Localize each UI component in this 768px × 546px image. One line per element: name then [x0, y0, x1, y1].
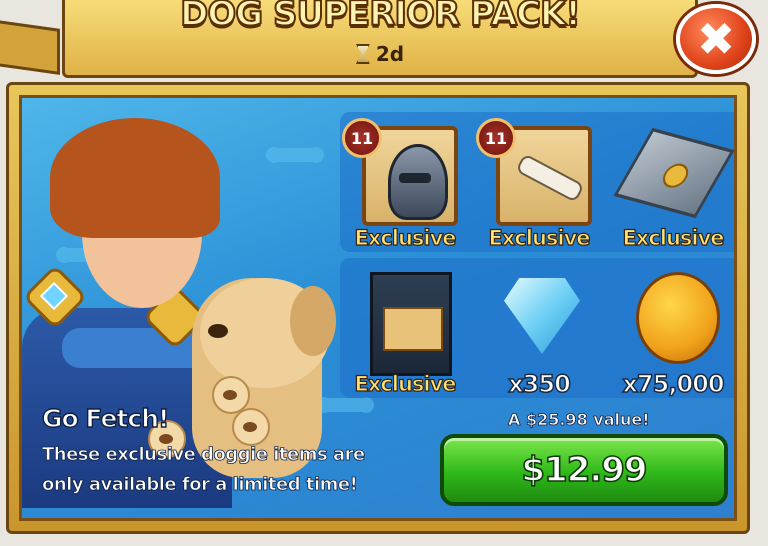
- value-text: A $25.98 value!: [508, 410, 650, 430]
- level-badge: 11: [342, 118, 382, 158]
- puppy-nose: [208, 324, 228, 338]
- promo-heading: Go Fetch!: [41, 403, 170, 433]
- item-helmet[interactable]: 11 Exclusive: [340, 112, 470, 252]
- item-banner[interactable]: Exclusive: [340, 258, 470, 398]
- close-icon: ✖: [696, 12, 736, 66]
- hourglass-icon: [355, 44, 370, 64]
- bone-icon: [515, 153, 585, 203]
- item-label: Exclusive: [622, 225, 725, 250]
- items-row-top: 11 Exclusive 11 Exclusive Exclusive: [340, 112, 734, 252]
- gems-quantity: x350: [507, 369, 571, 399]
- helmet-icon: [388, 144, 448, 220]
- item-gold[interactable]: x75,000: [608, 258, 734, 399]
- gold-coin-icon: [636, 272, 720, 364]
- close-button[interactable]: ✖: [676, 4, 756, 74]
- puppy-ear: [290, 286, 336, 356]
- timer: 2d: [65, 42, 695, 66]
- item-tile[interactable]: Exclusive: [608, 112, 734, 252]
- paw-tile-icon: [613, 127, 734, 219]
- pack-panel: 11 Exclusive 11 Exclusive Exclusive Excl…: [19, 95, 737, 521]
- item-label: Exclusive: [354, 225, 457, 250]
- hero-hair: [50, 118, 220, 238]
- item-label: Exclusive: [354, 371, 457, 396]
- banner-icon: [370, 272, 452, 376]
- item-label: Exclusive: [488, 225, 591, 250]
- title-banner: DOG SUPERIOR PACK! 2d: [62, 0, 698, 78]
- buy-button[interactable]: $12.99: [440, 434, 728, 506]
- timer-value: 2d: [375, 42, 405, 66]
- item-bone-staff[interactable]: 11 Exclusive: [474, 112, 604, 252]
- level-badge: 11: [476, 118, 516, 158]
- pack-title: DOG SUPERIOR PACK!: [179, 0, 582, 35]
- item-gems[interactable]: x350: [474, 258, 604, 399]
- ribbon-tail-left: [0, 19, 60, 75]
- diamond-icon: [504, 278, 580, 354]
- gold-quantity: x75,000: [622, 369, 726, 399]
- promo-description: These exclusive doggie items are only av…: [42, 444, 366, 496]
- pack-frame: 11 Exclusive 11 Exclusive Exclusive Excl…: [6, 82, 750, 534]
- items-row-bottom: Exclusive x350 x75,000: [340, 258, 734, 399]
